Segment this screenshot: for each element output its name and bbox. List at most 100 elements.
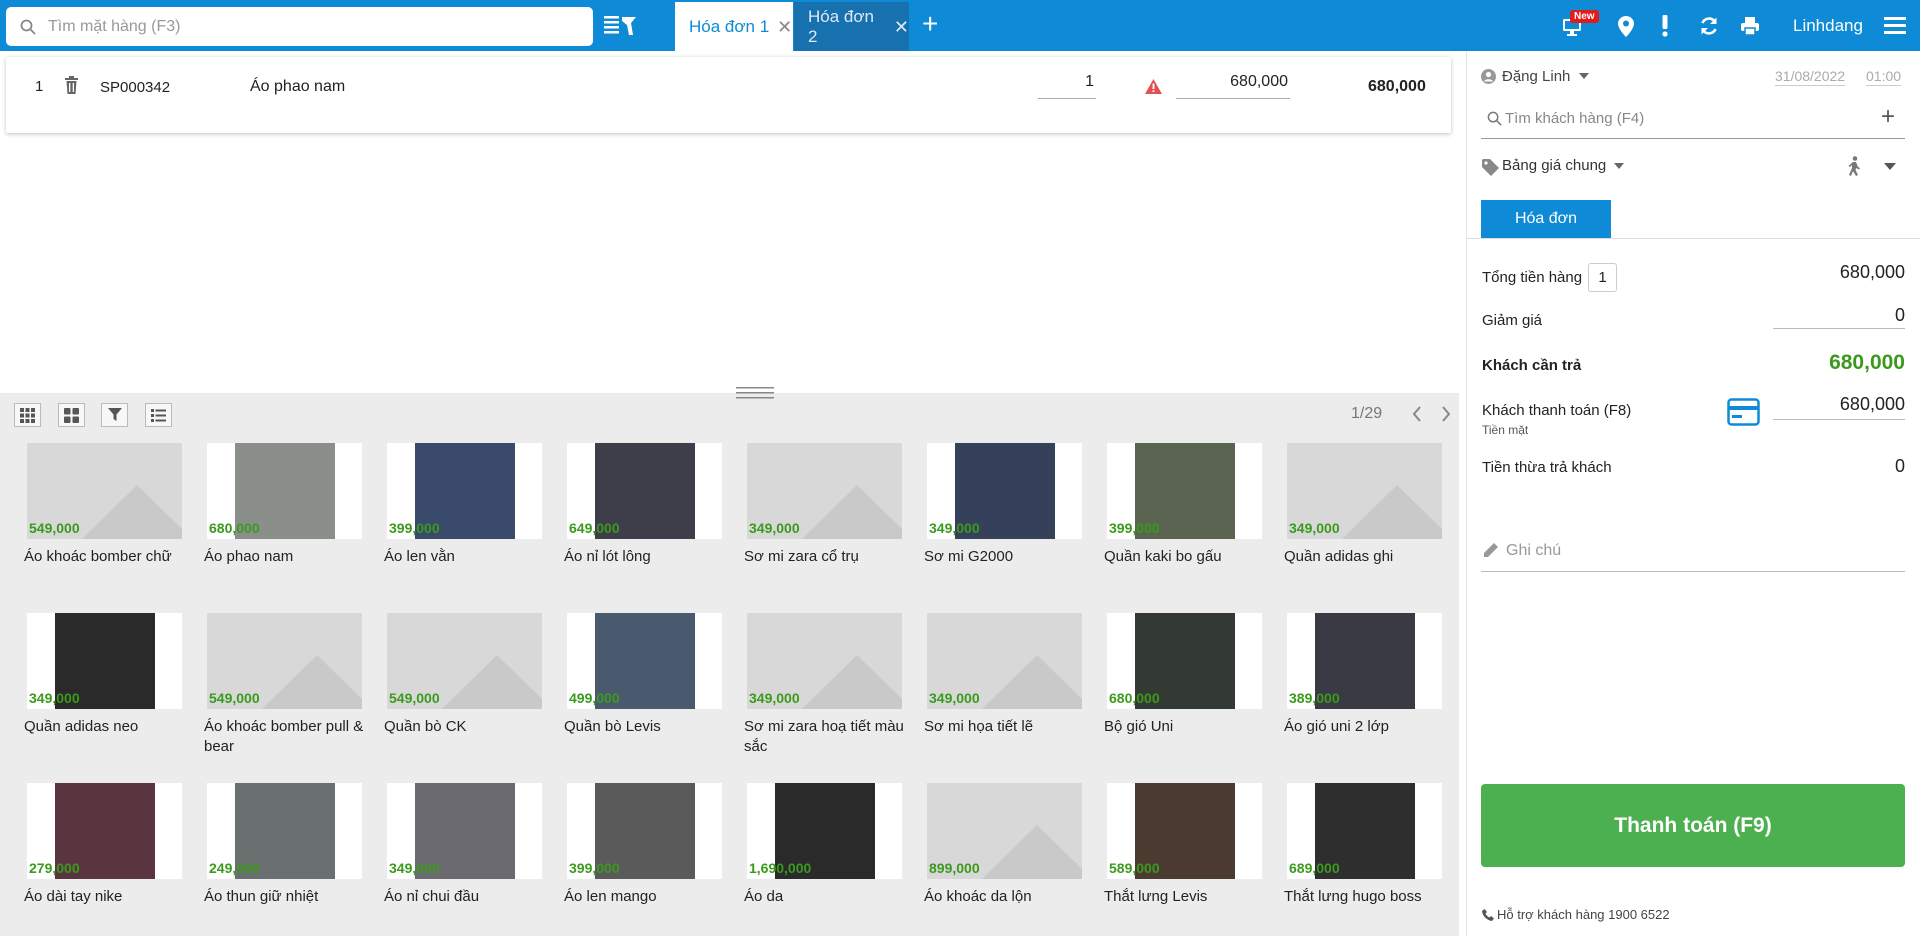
discount-value: 0 (1894, 305, 1905, 325)
product-card[interactable]: 389,000 Áo gió uni 2 lớp (1282, 613, 1452, 773)
product-card[interactable]: 349,000 Sơ mi họa tiết lẽ (922, 613, 1092, 773)
new-badge: New (1570, 10, 1599, 23)
product-name: Quần bò CK (384, 718, 467, 735)
cart-line-total: 680,000 (1368, 78, 1426, 95)
pay-button[interactable]: Thanh toán (F9) (1481, 784, 1905, 867)
invoice-date[interactable]: 31/08/2022 (1775, 68, 1846, 86)
product-price: 249,000 (209, 860, 260, 876)
tab-invoice-2[interactable]: Hóa đơn 2 ✕ (794, 2, 909, 51)
close-icon[interactable]: ✕ (777, 18, 792, 36)
customer-paid-field[interactable]: 680,000 (1773, 394, 1905, 420)
caret-down-icon[interactable] (1579, 73, 1589, 79)
product-price: 899,000 (929, 860, 980, 876)
cart-line-name: Áo phao nam (250, 78, 346, 95)
tab-invoice-1-label: Hóa đơn 1 (689, 16, 770, 36)
chevron-left-icon[interactable] (1411, 405, 1423, 423)
note-placeholder: Ghi chú (1506, 542, 1562, 559)
product-price: 689,000 (1289, 860, 1340, 876)
product-card[interactable]: 1,690,000 Áo da (742, 783, 912, 943)
credit-card-icon[interactable] (1727, 398, 1760, 426)
product-name: Áo gió uni 2 lớp (1284, 718, 1389, 735)
close-icon[interactable]: ✕ (894, 18, 909, 36)
customer-pay-label: Khách cần trả (1482, 357, 1582, 374)
product-card[interactable]: 399,000 Áo len vằn (382, 443, 552, 603)
product-price: 549,000 (389, 690, 440, 706)
product-price: 399,000 (1109, 520, 1160, 536)
product-card[interactable]: 649,000 Áo nỉ lót lông (562, 443, 732, 603)
menu-icon[interactable] (1884, 16, 1906, 35)
unit-price-field[interactable]: 680,000 (1176, 73, 1290, 99)
product-name: Quần adidas ghi (1284, 548, 1394, 565)
product-name: Áo phao nam (204, 548, 294, 565)
cart-line-code: SP000342 (100, 79, 171, 96)
product-search-placeholder: Tìm mặt hàng (F3) (48, 17, 181, 35)
tab-invoice-2-label: Hóa đơn 2 (808, 6, 874, 46)
product-price: 349,000 (749, 690, 800, 706)
grid-view-button[interactable] (14, 403, 41, 427)
invoice-time[interactable]: 01:00 (1866, 68, 1902, 86)
quantity-field[interactable]: 1 (1038, 73, 1096, 99)
search-icon (20, 19, 36, 35)
tab-invoice-label: Hóa đơn (1514, 210, 1578, 227)
add-customer-icon[interactable]: + (1881, 103, 1895, 131)
resize-handle-icon[interactable] (736, 385, 774, 401)
alert-icon[interactable] (1661, 15, 1669, 37)
product-card[interactable]: 899,000 Áo khoác da lộn (922, 783, 1092, 943)
filter-button[interactable] (101, 403, 128, 427)
price-list-select[interactable]: Bảng giá chung (1502, 157, 1606, 174)
discount-field[interactable]: 0 (1773, 305, 1905, 329)
product-card[interactable]: 680,000 Bộ gió Uni (1102, 613, 1272, 773)
location-icon[interactable] (1618, 16, 1634, 37)
tab-invoice[interactable]: Hóa đơn (1481, 200, 1611, 238)
discount-label: Giảm giá (1482, 312, 1543, 329)
tab-invoice-1[interactable]: Hóa đơn 1 ✕ (675, 2, 793, 51)
large-grid-view-button[interactable] (58, 403, 85, 427)
note-field[interactable]: Ghi chú (1481, 534, 1905, 572)
product-price: 549,000 (209, 690, 260, 706)
product-card[interactable]: 680,000 Áo phao nam (202, 443, 372, 603)
product-price: 349,000 (929, 690, 980, 706)
customer-search-placeholder: Tìm khách hàng (F4) (1505, 110, 1645, 127)
caret-down-icon[interactable] (1614, 163, 1624, 169)
barcode-scan-icon[interactable] (602, 13, 640, 39)
large-grid-icon (64, 407, 79, 423)
price-tag-icon (1482, 159, 1499, 176)
username[interactable]: Linhdang (1793, 16, 1863, 36)
product-card[interactable]: 349,000 Áo nỉ chui đầu (382, 783, 552, 943)
grid-icon (20, 407, 35, 423)
product-card[interactable]: 549,000 Áo khoác bomber chữ (22, 443, 192, 603)
product-search-box[interactable]: Tìm mặt hàng (F3) (6, 7, 593, 46)
product-card[interactable]: 689,000 Thắt lưng hugo boss (1282, 783, 1452, 943)
product-card[interactable]: 349,000 Sơ mi zara hoạ tiết màu sắc (742, 613, 912, 773)
trash-icon[interactable] (64, 76, 79, 94)
seller-select[interactable]: Đặng Linh (1502, 68, 1570, 85)
caret-down-icon[interactable] (1884, 163, 1896, 170)
product-card[interactable]: 399,000 Áo len mango (562, 783, 732, 943)
product-name: Thắt lưng hugo boss (1284, 888, 1422, 905)
product-card[interactable]: 249,000 Áo thun giữ nhiệt (202, 783, 372, 943)
product-card[interactable]: 279,000 Áo dài tay nike (22, 783, 192, 943)
add-tab-icon[interactable]: + (922, 10, 938, 38)
customer-search-field[interactable]: Tìm khách hàng (F4) + (1481, 103, 1905, 139)
support-hotline[interactable]: Hỗ trợ khách hàng 1900 6522 (1497, 907, 1670, 922)
product-card[interactable]: 349,000 Sơ mi G2000 (922, 443, 1092, 603)
product-card[interactable]: 549,000 Áo khoác bomber pull & bear (202, 613, 372, 773)
cart-line[interactable]: 1 SP000342 Áo phao nam 1 680,000 680,000 (6, 57, 1451, 133)
product-card[interactable]: 499,000 Quần bò Levis (562, 613, 732, 773)
customer-pay-value: 680,000 (1829, 351, 1905, 374)
product-price: 279,000 (29, 860, 80, 876)
refresh-icon[interactable] (1699, 16, 1719, 36)
walking-person-icon[interactable] (1847, 156, 1861, 176)
warning-icon (1145, 79, 1162, 94)
print-icon[interactable] (1740, 16, 1760, 36)
product-card[interactable]: 349,000 Quần adidas neo (22, 613, 192, 773)
product-card[interactable]: 549,000 Quần bò CK (382, 613, 552, 773)
product-card[interactable]: 349,000 Sơ mi zara cổ trụ (742, 443, 912, 603)
product-card[interactable]: 349,000 Quần adidas ghi (1282, 443, 1452, 603)
product-name: Sơ mi zara cổ trụ (744, 548, 859, 565)
list-view-button[interactable] (145, 403, 172, 427)
chevron-right-icon[interactable] (1440, 405, 1452, 423)
product-card[interactable]: 399,000 Quần kaki bo gấu (1102, 443, 1272, 603)
product-card[interactable]: 589,000 Thắt lưng Levis (1102, 783, 1272, 943)
product-price: 399,000 (389, 520, 440, 536)
